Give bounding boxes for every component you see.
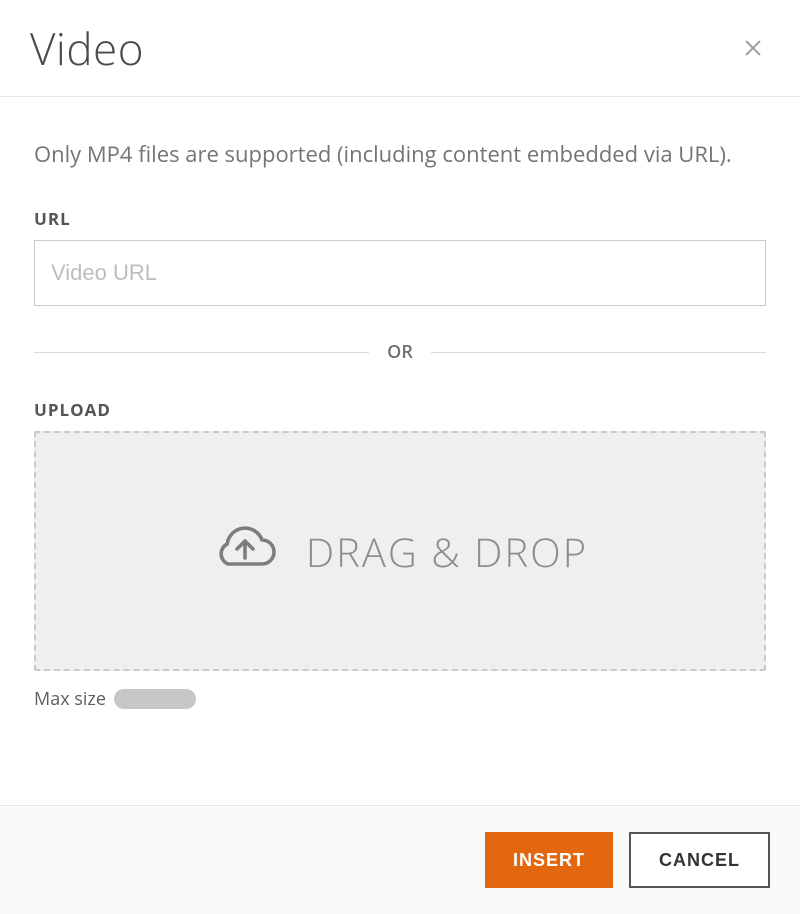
separator-line-right [431, 352, 766, 353]
dropzone-text: DRAG & DROP [306, 524, 588, 579]
cloud-upload-icon [212, 524, 278, 579]
separator-line-left [34, 352, 369, 353]
video-modal: Video Only MP4 files are supported (incl… [0, 0, 800, 914]
max-size-value-redacted [114, 689, 196, 709]
upload-label: UPLOAD [34, 398, 766, 421]
insert-button[interactable]: INSERT [485, 832, 613, 888]
max-size-row: Max size [34, 687, 766, 711]
modal-header: Video [0, 0, 800, 97]
video-url-input[interactable] [34, 240, 766, 306]
separator-label: OR [369, 340, 431, 364]
url-label: URL [34, 207, 766, 230]
modal-title: Video [30, 18, 144, 78]
max-size-label: Max size [34, 687, 106, 711]
close-icon [742, 37, 764, 59]
upload-section: UPLOAD DRAG & DROP Max size [34, 398, 766, 711]
modal-body: Only MP4 files are supported (including … [0, 97, 800, 805]
url-section: URL [34, 207, 766, 306]
upload-dropzone[interactable]: DRAG & DROP [34, 431, 766, 671]
close-button[interactable] [736, 31, 770, 65]
modal-footer: INSERT CANCEL [0, 805, 800, 914]
or-separator: OR [34, 340, 766, 364]
format-description: Only MP4 files are supported (including … [34, 137, 766, 171]
cancel-button[interactable]: CANCEL [629, 832, 770, 888]
